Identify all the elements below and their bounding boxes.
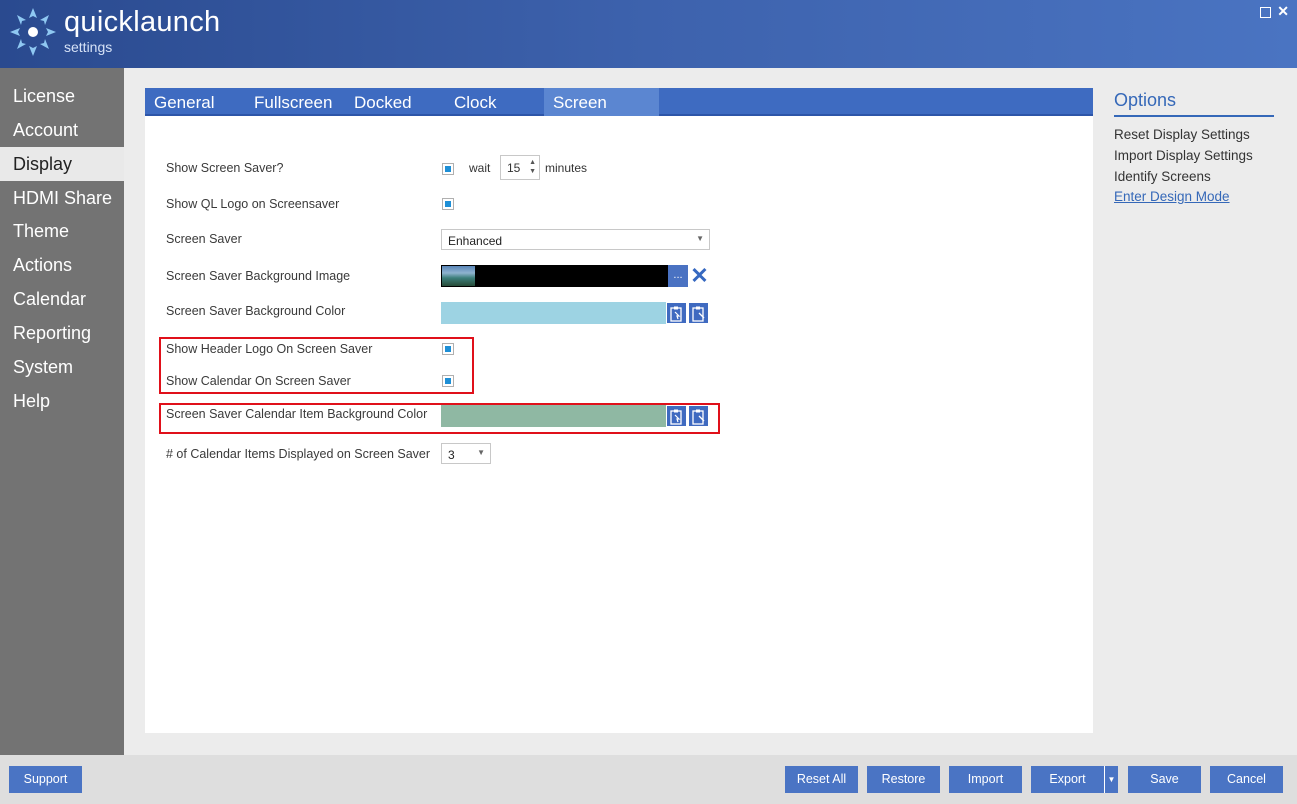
screen-saver-value: Enhanced xyxy=(448,234,503,248)
calendar-item-bg-color-label: Screen Saver Calendar Item Background Co… xyxy=(166,407,428,421)
screen-saver-label: Screen Saver xyxy=(166,232,242,246)
save-button[interactable]: Save xyxy=(1128,766,1201,793)
calendar-items-count-select[interactable]: 3 ▼ xyxy=(441,443,491,464)
stepper-up-icon[interactable]: ▲ xyxy=(529,159,536,167)
tab-bar: General Fullscreen Docked Clock Screen S… xyxy=(145,88,1093,142)
brand-subtitle: settings xyxy=(64,39,113,55)
tab-general[interactable]: General xyxy=(145,88,223,116)
sidebar-item-hdmi-share[interactable]: HDMI Share xyxy=(0,181,124,215)
show-calendar-label: Show Calendar On Screen Saver xyxy=(166,374,351,388)
wait-minutes-stepper[interactable]: 15 ▲ ▼ xyxy=(500,155,540,180)
sidebar-item-actions[interactable]: Actions xyxy=(0,248,124,282)
reset-display-settings-link[interactable]: Reset Display Settings xyxy=(1114,127,1250,142)
screen-saver-select[interactable]: Enhanced ▼ xyxy=(441,229,710,250)
minutes-label: minutes xyxy=(545,161,588,175)
options-divider xyxy=(1114,115,1274,117)
wait-minutes-value: 15 xyxy=(507,161,521,175)
calendar-items-count-value: 3 xyxy=(448,448,455,462)
show-calendar-checkbox[interactable] xyxy=(442,375,454,387)
enter-design-mode-link[interactable]: Enter Design Mode xyxy=(1114,189,1230,204)
close-icon[interactable]: ✕ xyxy=(1277,3,1289,20)
chevron-down-icon: ▼ xyxy=(477,448,485,457)
brand: quicklaunch settings xyxy=(64,5,220,55)
export-dropdown-icon[interactable]: ▼ xyxy=(1104,766,1118,793)
browse-image-button[interactable]: ... xyxy=(668,265,688,287)
bg-image-field[interactable] xyxy=(441,265,668,287)
calendar-items-count-label: # of Calendar Items Displayed on Screen … xyxy=(166,447,431,461)
bg-color-swatch[interactable] xyxy=(441,302,666,324)
show-ql-logo-label: Show QL Logo on Screensaver xyxy=(166,197,340,211)
show-header-logo-checkbox[interactable] xyxy=(442,343,454,355)
sidebar-item-theme[interactable]: Theme xyxy=(0,214,124,248)
tab-screen-saver[interactable]: Screen Saver xyxy=(544,88,659,142)
sidebar-item-calendar[interactable]: Calendar xyxy=(0,282,124,316)
sidebar-item-account[interactable]: Account xyxy=(0,113,124,147)
title-bar: quicklaunch settings ✕ xyxy=(0,0,1297,68)
sidebar-item-system[interactable]: System xyxy=(0,350,124,384)
chevron-down-icon: ▼ xyxy=(696,234,704,243)
stepper-down-icon[interactable]: ▼ xyxy=(529,168,536,176)
support-button[interactable]: Support xyxy=(9,766,82,793)
options-title: Options xyxy=(1114,90,1177,110)
paste-calendar-color-icon[interactable] xyxy=(688,405,709,427)
cancel-button[interactable]: Cancel xyxy=(1210,766,1283,793)
export-button[interactable]: Export xyxy=(1031,766,1104,793)
bg-color-label: Screen Saver Background Color xyxy=(166,304,346,318)
pick-calendar-color-icon[interactable] xyxy=(666,405,687,427)
show-screensaver-label: Show Screen Saver? xyxy=(166,161,284,175)
quicklaunch-logo-icon xyxy=(10,8,56,56)
tab-clock[interactable]: Clock xyxy=(445,88,506,116)
wait-label: wait xyxy=(469,161,491,175)
bg-image-label: Screen Saver Background Image xyxy=(166,269,351,283)
sidebar-item-help[interactable]: Help xyxy=(0,384,124,418)
sidebar-item-reporting[interactable]: Reporting xyxy=(0,316,124,350)
sidebar-item-display[interactable]: Display xyxy=(0,147,124,181)
show-header-logo-label: Show Header Logo On Screen Saver xyxy=(166,342,373,356)
restore-button[interactable]: Restore xyxy=(867,766,940,793)
tab-docked[interactable]: Docked xyxy=(345,88,421,116)
pick-color-icon[interactable] xyxy=(666,302,687,324)
brand-title: quicklaunch xyxy=(64,6,221,38)
identify-screens-link[interactable]: Identify Screens xyxy=(1114,169,1211,184)
maximize-icon[interactable] xyxy=(1260,7,1271,18)
import-button[interactable]: Import xyxy=(949,766,1022,793)
reset-all-button[interactable]: Reset All xyxy=(785,766,858,793)
calendar-item-bg-color-swatch[interactable] xyxy=(441,405,666,427)
paste-color-icon[interactable] xyxy=(688,302,709,324)
show-screensaver-checkbox[interactable] xyxy=(442,163,454,175)
import-display-settings-link[interactable]: Import Display Settings xyxy=(1114,148,1253,163)
show-ql-logo-checkbox[interactable] xyxy=(442,198,454,210)
bg-image-thumbnail xyxy=(442,266,475,286)
clear-image-icon[interactable]: ✕ xyxy=(689,265,710,287)
tab-fullscreen[interactable]: Fullscreen xyxy=(245,88,341,116)
sidebar-item-license[interactable]: License xyxy=(0,79,124,113)
